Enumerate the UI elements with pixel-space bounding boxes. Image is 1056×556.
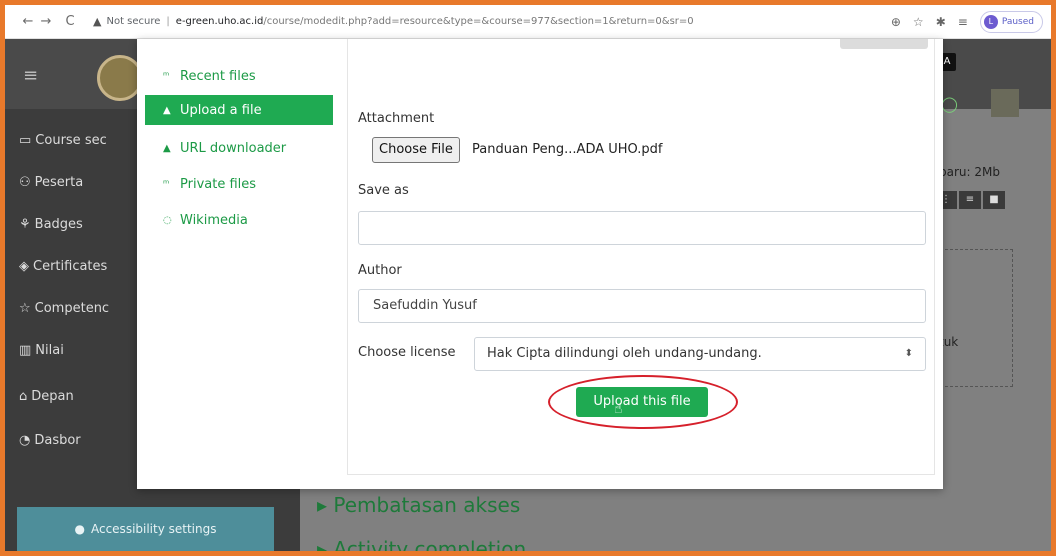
- dashboard-icon: ◔: [19, 433, 31, 448]
- list-view-icon[interactable]: ≡: [959, 191, 981, 209]
- sidebar-item-depan[interactable]: ⌂ Depan: [19, 389, 74, 404]
- license-select[interactable]: Hak Cipta dilindungi oleh undang-undang.…: [474, 337, 926, 371]
- star-icon: ☆: [19, 301, 31, 316]
- reading-list-icon[interactable]: ≡: [958, 15, 968, 29]
- highlight-annotation: [548, 375, 738, 429]
- repo-label: Upload a file: [180, 102, 262, 118]
- url-host: e-green.uho.ac.id: [175, 16, 264, 27]
- view-toggle: ⋮ ≡ ■: [935, 191, 1005, 209]
- author-label: Author: [358, 263, 402, 278]
- repo-label: Wikimedia: [180, 212, 248, 228]
- screenshot-frame: ← → C ▲ Not secure | e-green.uho.ac.id /…: [5, 5, 1051, 551]
- save-as-label: Save as: [358, 183, 409, 198]
- sidebar-item-label: Badges: [34, 217, 83, 232]
- separator: |: [166, 16, 170, 27]
- accessibility-settings-button[interactable]: ● Accessibility settings: [17, 507, 274, 551]
- user-avatar[interactable]: [991, 89, 1019, 117]
- upload-icon: ▲: [163, 104, 171, 116]
- accessibility-icon: ●: [74, 522, 85, 536]
- repo-upload-a-file[interactable]: ▲ Upload a file: [145, 95, 333, 125]
- forward-icon[interactable]: →: [37, 14, 55, 29]
- repo-label: Recent files: [180, 68, 256, 84]
- private-files-icon: ᵐ: [163, 178, 170, 190]
- sidebar-item-badges[interactable]: ⚘ Badges: [19, 217, 83, 232]
- section-label: Pembatasan akses: [333, 493, 521, 517]
- address-bar[interactable]: ▲ Not secure | e-green.uho.ac.id /course…: [93, 15, 694, 28]
- select-arrows-icon: ⬍: [904, 348, 913, 359]
- sidebar-item-competencies[interactable]: ☆ Competenc: [19, 301, 109, 316]
- sidebar-item-peserta[interactable]: ⚇ Peserta: [19, 175, 83, 190]
- wikimedia-icon: ◌: [163, 214, 172, 226]
- section-activity-completion[interactable]: ▸ Activity completion: [317, 537, 526, 551]
- url-icon: ▲: [163, 142, 171, 154]
- users-icon: ⚇: [19, 175, 31, 190]
- license-label: Choose license: [358, 345, 456, 360]
- chosen-file-name: Panduan Peng...ADA UHO.pdf: [472, 142, 663, 157]
- view-buttons[interactable]: [840, 39, 928, 49]
- folder-icon: ▭: [19, 133, 32, 148]
- max-size-text: baru: 2Mb: [939, 165, 1000, 179]
- zoom-icon[interactable]: ⊕: [891, 15, 901, 29]
- recent-files-icon: ᵐ: [163, 70, 170, 82]
- sidebar-item-label: Course sec: [35, 133, 107, 148]
- sidebar-item-label: Depan: [31, 389, 74, 404]
- section-label: Activity completion: [333, 537, 527, 551]
- repo-wikimedia[interactable]: ◌ Wikimedia: [145, 205, 333, 235]
- profile-avatar: L: [983, 15, 998, 29]
- accessibility-label: Accessibility settings: [90, 522, 217, 536]
- profile-button[interactable]: L Paused: [979, 11, 1043, 33]
- grades-icon: ▥: [19, 343, 32, 358]
- extensions-icon[interactable]: ✱: [936, 15, 946, 29]
- chat-icon[interactable]: ◯: [941, 95, 958, 113]
- reload-icon[interactable]: C: [61, 14, 79, 29]
- license-value: Hak Cipta dilindungi oleh undang-undang.: [487, 346, 762, 361]
- drop-zone[interactable]: [935, 249, 1013, 387]
- sidebar-item-course-sections[interactable]: ▭ Course sec: [19, 133, 107, 148]
- upload-form: Attachment Choose File Panduan Peng...AD…: [347, 39, 935, 475]
- url-path: /course/modedit.php?add=resource&type=&c…: [263, 16, 694, 27]
- home-icon: ⌂: [19, 389, 28, 404]
- certificate-icon: ◈: [19, 259, 29, 274]
- sidebar-item-label: Nilai: [35, 343, 64, 358]
- folder-view-icon[interactable]: ■: [983, 191, 1005, 209]
- sidebar-item-label: Dasbor: [34, 433, 81, 448]
- choose-file-button[interactable]: Choose File: [372, 137, 460, 163]
- menu-icon[interactable]: ≡: [23, 65, 38, 86]
- repository-list: ᵐ Recent files ▲ Upload a file ▲ URL dow…: [137, 39, 342, 489]
- repo-private-files[interactable]: ᵐ Private files: [145, 169, 333, 199]
- security-label: Not secure: [106, 16, 161, 27]
- repo-label: Private files: [180, 176, 257, 192]
- bookmark-star-icon[interactable]: ☆: [913, 15, 924, 29]
- author-input[interactable]: Saefuddin Yusuf: [358, 289, 926, 323]
- repo-recent-files[interactable]: ᵐ Recent files: [145, 61, 333, 91]
- profile-status: Paused: [1001, 17, 1034, 27]
- badge-icon: ⚘: [19, 217, 31, 232]
- sidebar-item-label: Certificates: [33, 259, 108, 274]
- save-as-input[interactable]: [358, 211, 926, 245]
- sidebar-item-label: Competenc: [34, 301, 110, 316]
- sidebar-item-dasbor[interactable]: ◔ Dasbor: [19, 433, 81, 448]
- attachment-label: Attachment: [358, 111, 435, 126]
- browser-toolbar: ← → C ▲ Not secure | e-green.uho.ac.id /…: [5, 5, 1051, 39]
- browser-actions: ⊕ ☆ ✱ ≡ L Paused: [891, 11, 1043, 33]
- back-icon[interactable]: ←: [19, 14, 37, 29]
- sidebar-item-certificates[interactable]: ◈ Certificates: [19, 259, 107, 274]
- file-picker-dialog: ᵐ Recent files ▲ Upload a file ▲ URL dow…: [137, 39, 943, 489]
- hand-cursor-icon: ☝: [614, 401, 623, 417]
- sidebar-item-nilai[interactable]: ▥ Nilai: [19, 343, 64, 358]
- repo-url-downloader[interactable]: ▲ URL downloader: [145, 133, 333, 163]
- repo-label: URL downloader: [180, 140, 287, 156]
- warning-icon: ▲: [93, 15, 102, 28]
- section-restrict-access[interactable]: ▸ Pembatasan akses: [317, 493, 520, 517]
- sidebar-item-label: Peserta: [34, 175, 84, 190]
